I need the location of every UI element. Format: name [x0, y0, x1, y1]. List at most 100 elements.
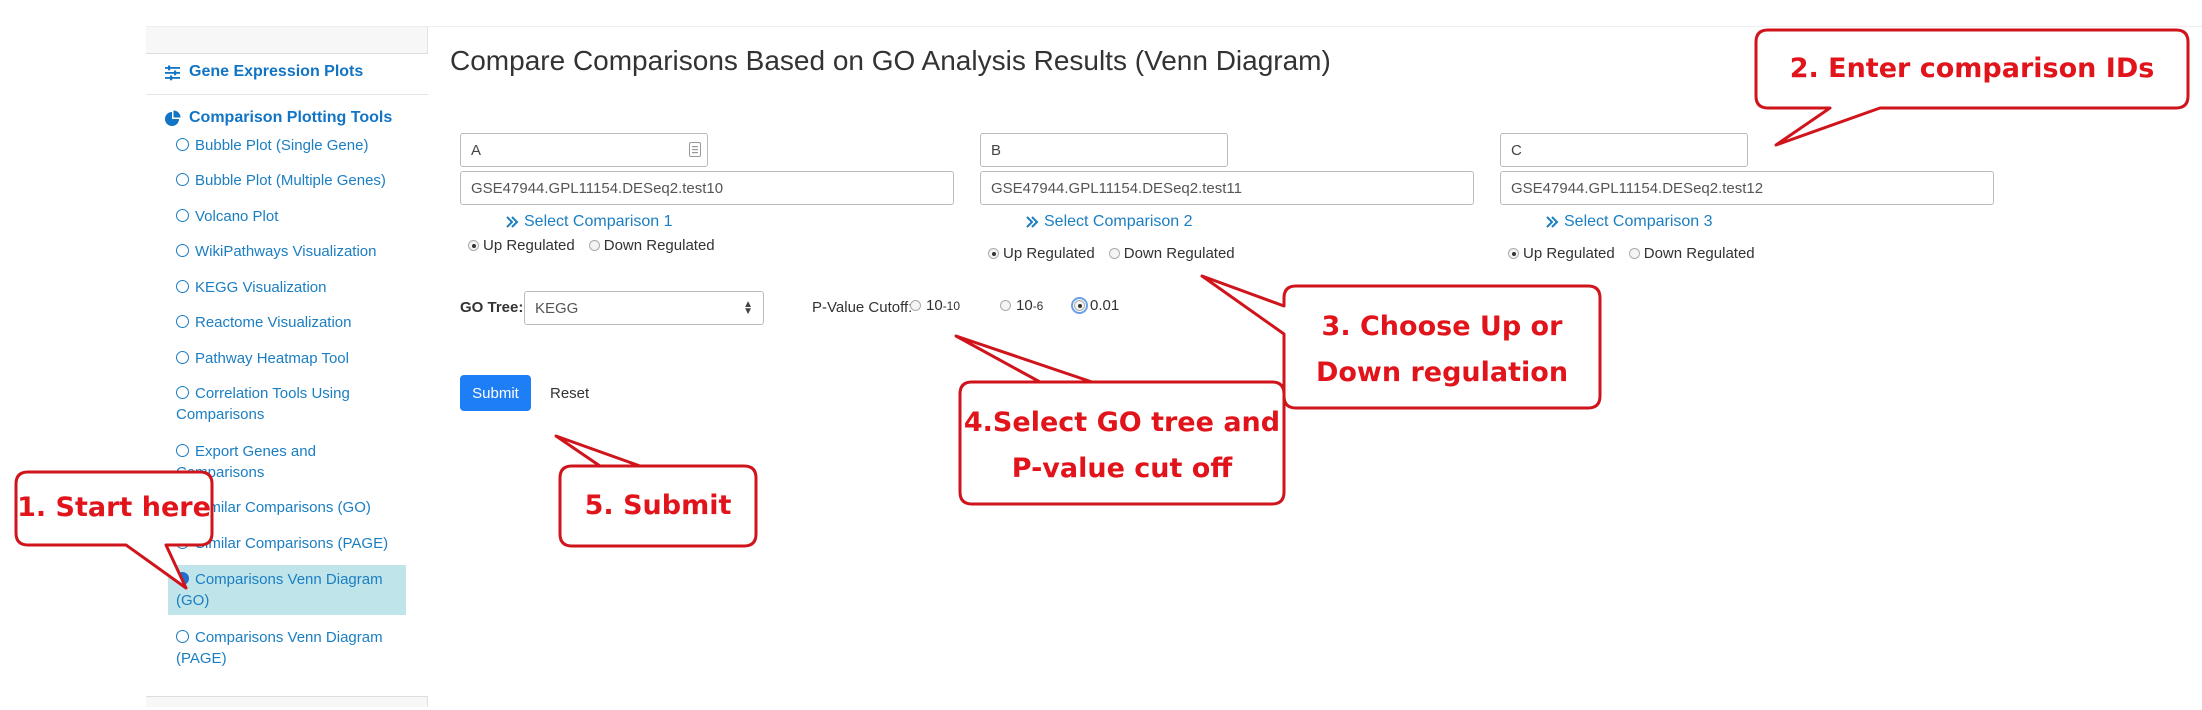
up-regulated-radio-c[interactable]	[1508, 248, 1519, 259]
sidebar-item-label: Reactome Visualization	[195, 314, 352, 331]
sidebar-item-label: Comparisons Venn Diagram (GO)	[176, 571, 383, 609]
sidebar-item-bubble-multiple[interactable]: Bubble Plot (Multiple Genes)	[168, 166, 406, 195]
sidebar-item-label: Similar Comparisons (GO)	[195, 499, 371, 516]
down-regulated-radio-b[interactable]	[1108, 248, 1120, 259]
double-chevron-right-icon	[1026, 216, 1039, 228]
sidebar: Gene Expression Plots Comparison Plottin…	[146, 27, 428, 707]
circle-icon	[176, 386, 189, 399]
comparison-name-input-a[interactable]	[460, 133, 708, 167]
callout-3-text-line2: Down regulation	[1315, 357, 1569, 388]
comparison-id-input-a[interactable]	[460, 171, 954, 205]
sidebar-item-correlation-tools[interactable]: Correlation Tools Using Comparisons	[168, 379, 406, 429]
sidebar-item-label: Export Genes and Comparisons	[176, 443, 316, 481]
up-regulated-radio-a[interactable]	[468, 240, 479, 251]
go-tree-selected-value: KEGG	[535, 299, 579, 317]
sliders-icon	[165, 65, 180, 80]
down-regulated-radio-c[interactable]	[1628, 248, 1640, 259]
circle-icon	[176, 138, 189, 151]
down-regulated-radio-a[interactable]	[588, 240, 600, 251]
callout-4-text-line1: 4.Select GO tree and	[963, 407, 1281, 438]
comparison-name-field-a	[460, 133, 708, 167]
comparison-id-input-b[interactable]	[980, 171, 1474, 205]
select-comparison-label: Select Comparison 3	[1564, 213, 1713, 230]
app-window: Gene Expression Plots Comparison Plottin…	[146, 26, 2202, 707]
down-regulated-label: Down Regulated	[603, 237, 715, 254]
sidebar-divider	[146, 94, 428, 95]
pvalue-option-0-01[interactable]: 0.01	[1071, 297, 1120, 314]
pie-chart-icon	[165, 110, 181, 126]
go-tree-select[interactable]: KEGG ▲ ▼	[524, 291, 764, 325]
sidebar-item-label: Similar Comparisons (PAGE)	[195, 535, 389, 552]
reset-button[interactable]: Reset	[540, 375, 599, 411]
sidebar-item-label: Pathway Heatmap Tool	[195, 350, 349, 367]
pvalue-option-1e-10[interactable]: 10 -10	[910, 297, 960, 314]
submit-button[interactable]: Submit	[460, 375, 531, 411]
sidebar-item-volcano[interactable]: Volcano Plot	[168, 202, 406, 231]
sidebar-item-pathway-heatmap[interactable]: Pathway Heatmap Tool	[168, 344, 406, 373]
pvalue-radio[interactable]	[1071, 297, 1088, 314]
sidebar-item-wikipathways[interactable]: WikiPathways Visualization	[168, 237, 406, 266]
up-regulated-label: Up Regulated	[1523, 245, 1615, 262]
page-title: Compare Comparisons Based on GO Analysis…	[450, 45, 1331, 76]
go-tree-label: GO Tree:	[460, 299, 524, 316]
sidebar-group-label: Gene Expression Plots	[189, 63, 364, 80]
circle-icon	[176, 536, 189, 549]
pvalue-radio[interactable]	[1000, 300, 1011, 311]
select-comparison-3-link[interactable]: Select Comparison 3	[1546, 213, 1713, 231]
sidebar-item-reactome[interactable]: Reactome Visualization	[168, 308, 406, 337]
down-regulated-label: Down Regulated	[1123, 245, 1235, 262]
sidebar-group-label: Comparison Plotting Tools	[189, 109, 393, 126]
sidebar-item-venn-go[interactable]: Comparisons Venn Diagram (GO)	[168, 565, 406, 615]
circle-icon	[176, 315, 189, 328]
double-chevron-right-icon	[1546, 216, 1559, 228]
select-comparison-1-link[interactable]: Select Comparison 1	[506, 213, 673, 231]
pvalue-base: 10	[1016, 297, 1033, 314]
up-regulated-label: Up Regulated	[483, 237, 575, 254]
pvalue-exponent: -6	[1032, 298, 1044, 313]
sidebar-group-gene-expression[interactable]: Gene Expression Plots	[164, 63, 363, 81]
down-regulated-label: Down Regulated	[1643, 245, 1755, 262]
sidebar-item-label: Bubble Plot (Single Gene)	[195, 137, 369, 154]
comparison-name-input-c[interactable]	[1500, 133, 1748, 167]
circle-icon	[176, 173, 189, 186]
select-comparison-label: Select Comparison 2	[1044, 213, 1193, 230]
regulation-radio-group-b: Up Regulated Down Regulated	[988, 245, 1249, 262]
double-chevron-right-icon	[506, 216, 519, 228]
select-comparison-2-link[interactable]: Select Comparison 2	[1026, 213, 1193, 231]
sidebar-item-export-genes[interactable]: Export Genes and Comparisons	[168, 437, 406, 487]
circle-filled-icon	[176, 572, 189, 585]
circle-icon	[176, 244, 189, 257]
circle-icon	[176, 280, 189, 293]
callout-1-text: 1. Start here	[17, 492, 211, 523]
regulation-radio-group-a: Up Regulated Down Regulated	[468, 237, 729, 254]
circle-icon	[176, 630, 189, 643]
list-icon	[689, 142, 701, 157]
pvalue-base: 0.01	[1090, 297, 1120, 314]
circle-icon	[176, 351, 189, 364]
callout-3-text-line1: 3. Choose Up or	[1321, 311, 1563, 342]
sidebar-item-bubble-single[interactable]: Bubble Plot (Single Gene)	[168, 131, 406, 160]
comparison-name-input-b[interactable]	[980, 133, 1228, 167]
sidebar-item-label: Correlation Tools Using Comparisons	[176, 385, 350, 423]
sidebar-item-label: Bubble Plot (Multiple Genes)	[195, 172, 386, 189]
circle-icon	[176, 209, 189, 222]
sidebar-item-label: KEGG Visualization	[195, 279, 327, 296]
pvalue-option-1e-6[interactable]: 10 -6	[1000, 297, 1043, 314]
select-caret-icon: ▲ ▼	[743, 299, 753, 317]
up-regulated-label: Up Regulated	[1003, 245, 1095, 262]
comparison-id-input-c[interactable]	[1500, 171, 1994, 205]
sidebar-item-label: Volcano Plot	[195, 208, 279, 225]
regulation-radio-group-c: Up Regulated Down Regulated	[1508, 245, 1769, 262]
sidebar-item-similar-page[interactable]: Similar Comparisons (PAGE)	[168, 529, 406, 558]
sidebar-item-label: Comparisons Venn Diagram (PAGE)	[176, 629, 383, 667]
sidebar-item-kegg[interactable]: KEGG Visualization	[168, 273, 406, 302]
pvalue-radio[interactable]	[910, 300, 921, 311]
comparison-name-field-b	[980, 133, 1228, 167]
pvalue-base: 10	[926, 297, 943, 314]
pvalue-exponent: -10	[942, 298, 961, 313]
sidebar-group-comparison-tools[interactable]: Comparison Plotting Tools	[164, 109, 392, 127]
sidebar-item-venn-page[interactable]: Comparisons Venn Diagram (PAGE)	[168, 623, 406, 673]
sidebar-item-label: WikiPathways Visualization	[195, 243, 377, 260]
callout-2-text: 2. Enter comparison IDs	[1789, 53, 2155, 84]
up-regulated-radio-b[interactable]	[988, 248, 999, 259]
